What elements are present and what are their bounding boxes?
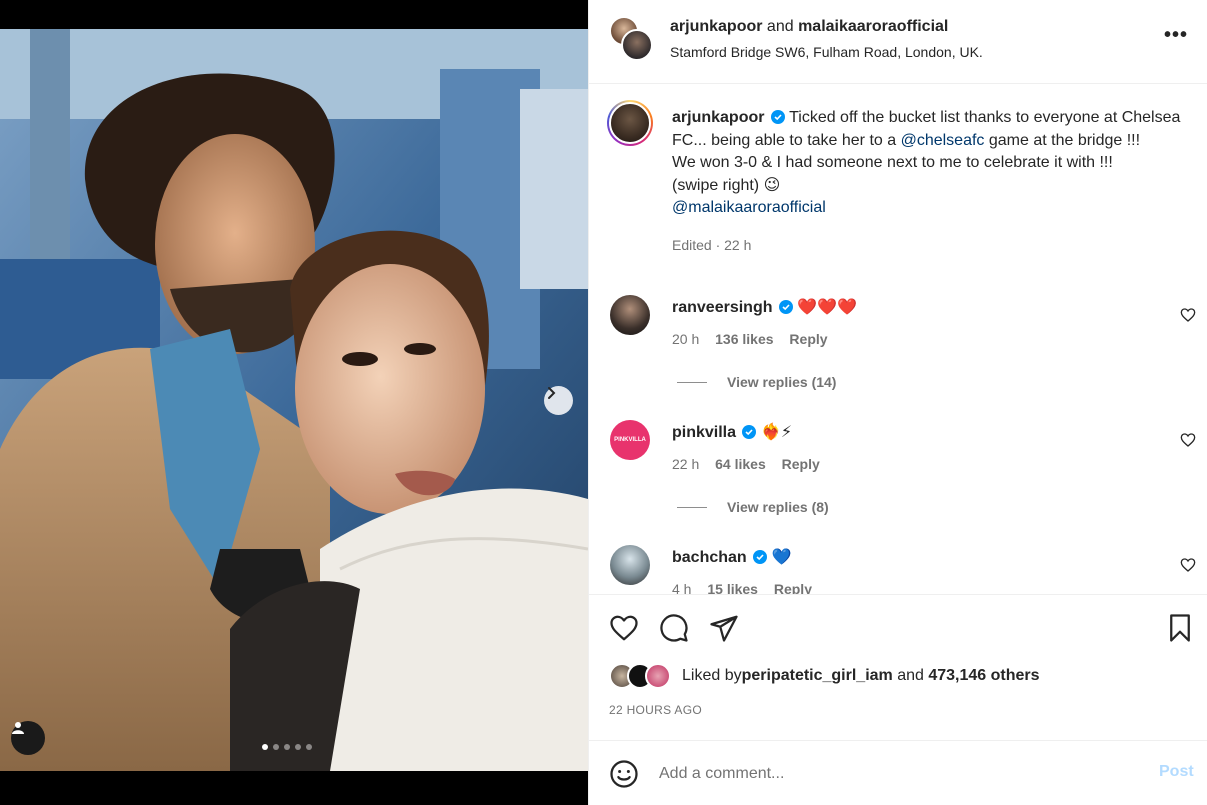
view-replies-button[interactable]: View replies (8) xyxy=(677,499,829,515)
heart-icon[interactable] xyxy=(1180,557,1196,573)
verified-badge-icon xyxy=(753,550,768,564)
caption-text: (swipe right) 😉 xyxy=(672,176,781,194)
avatar[interactable] xyxy=(610,545,650,585)
comment-username[interactable]: ranveersingh xyxy=(672,299,772,316)
comment-time: 20 h xyxy=(672,331,700,347)
carousel-dot xyxy=(295,744,301,750)
liker-avatars xyxy=(609,663,673,689)
comment-text: ❤️‍🔥⚡ xyxy=(760,424,793,441)
add-comment-bar: Post xyxy=(589,740,1207,805)
mention-link[interactable]: @chelseafc xyxy=(901,132,985,149)
avatar[interactable]: PINKVILLA xyxy=(610,420,650,460)
carousel-dot xyxy=(306,744,312,750)
comment-meta: 20 h 136 likes Reply xyxy=(672,331,828,347)
comment-meta: 4 h 15 likes Reply xyxy=(672,581,812,594)
view-replies-button[interactable]: View replies (14) xyxy=(677,374,836,390)
comment-input[interactable] xyxy=(659,761,1129,787)
comment: pinkvilla ❤️‍🔥⚡ xyxy=(672,422,792,442)
avatar-text: PINKVILLA xyxy=(614,437,646,443)
post-authors: arjunkapoor and malaikaaroraofficial xyxy=(670,18,948,36)
comments-list[interactable]: arjunkapoor Ticked off the bucket list t… xyxy=(589,84,1207,594)
comment-text: 💙 xyxy=(771,549,792,566)
carousel-dot xyxy=(284,744,290,750)
reply-button[interactable]: Reply xyxy=(789,331,827,347)
caption-author-avatar[interactable] xyxy=(607,100,653,146)
heart-icon[interactable] xyxy=(1180,432,1196,448)
more-options-button[interactable]: ••• xyxy=(1164,25,1194,48)
comment-meta: 22 h 64 likes Reply xyxy=(672,456,820,472)
likes-count-link[interactable]: 473,146 others xyxy=(928,667,1039,685)
comment-likes[interactable]: 15 likes xyxy=(707,581,758,594)
carousel-dot xyxy=(262,744,268,750)
emoji-icon[interactable] xyxy=(609,759,639,789)
view-replies-label: View replies (8) xyxy=(727,499,829,515)
and-text: and xyxy=(762,18,799,35)
post-comment-button[interactable]: Post xyxy=(1159,763,1194,781)
caption-edited-time: Edited · 22 h xyxy=(672,236,752,253)
comment: ranveersingh ❤️❤️❤️ xyxy=(672,297,857,317)
caption-text: We won 3-0 & I had someone next to me to… xyxy=(672,154,1113,171)
verified-badge-icon xyxy=(770,110,785,124)
comment-username[interactable]: bachchan xyxy=(672,549,747,566)
caption-text: game at the bridge !!! xyxy=(984,131,1141,149)
liked-by-and: and xyxy=(892,667,929,684)
carousel-indicator xyxy=(262,744,312,750)
comment-bubble-icon[interactable] xyxy=(659,613,689,643)
collab-avatars[interactable] xyxy=(609,16,653,61)
view-replies-label: View replies (14) xyxy=(727,374,837,390)
media-panel xyxy=(0,0,588,805)
author-link[interactable]: arjunkapoor xyxy=(670,18,762,35)
liked-by-text: Liked by xyxy=(682,667,742,684)
like-heart-icon[interactable] xyxy=(609,613,639,643)
bookmark-icon[interactable] xyxy=(1165,613,1195,643)
avatar xyxy=(645,663,671,689)
post-photo xyxy=(0,29,588,771)
reply-button[interactable]: Reply xyxy=(774,581,812,594)
avatar[interactable] xyxy=(610,295,650,335)
comment: bachchan 💙 xyxy=(672,547,792,567)
comment-likes[interactable]: 64 likes xyxy=(715,456,766,472)
comment-time: 4 h xyxy=(672,581,692,594)
chevron-right-icon xyxy=(548,387,556,399)
post-modal: arjunkapoor and malaikaaroraofficial Sta… xyxy=(0,0,1207,805)
comment-username[interactable]: pinkvilla xyxy=(672,424,736,441)
comment-time: 22 h xyxy=(672,456,700,472)
post-detail-panel: arjunkapoor and malaikaaroraofficial Sta… xyxy=(588,0,1207,805)
author-link[interactable]: malaikaaroraofficial xyxy=(798,18,948,35)
post-timestamp: 22 HOURS AGO xyxy=(609,703,702,717)
comment-likes[interactable]: 136 likes xyxy=(715,331,773,347)
share-send-icon[interactable] xyxy=(709,613,739,643)
likes-summary: Liked by peripatetic_girl_iam and 473,14… xyxy=(609,662,1040,690)
avatar xyxy=(621,29,653,61)
verified-badge-icon xyxy=(778,300,793,314)
comment-text: ❤️❤️❤️ xyxy=(797,299,858,316)
caption-username[interactable]: arjunkapoor xyxy=(672,109,764,126)
reply-button[interactable]: Reply xyxy=(782,456,820,472)
heart-icon[interactable] xyxy=(1180,307,1196,323)
mention-link[interactable]: @malaikaaroraofficial xyxy=(672,199,826,216)
post-header: arjunkapoor and malaikaaroraofficial Sta… xyxy=(589,0,1207,84)
location-link[interactable]: Stamford Bridge SW6, Fulham Road, London… xyxy=(670,44,983,60)
carousel-dot xyxy=(273,744,279,750)
next-image-button[interactable] xyxy=(544,386,573,415)
verified-badge-icon xyxy=(742,425,757,439)
user-icon xyxy=(12,722,24,734)
caption: arjunkapoor Ticked off the bucket list t… xyxy=(672,107,1182,256)
tagged-users-button[interactable] xyxy=(11,721,45,755)
liker-username-link[interactable]: peripatetic_girl_iam xyxy=(742,667,893,685)
